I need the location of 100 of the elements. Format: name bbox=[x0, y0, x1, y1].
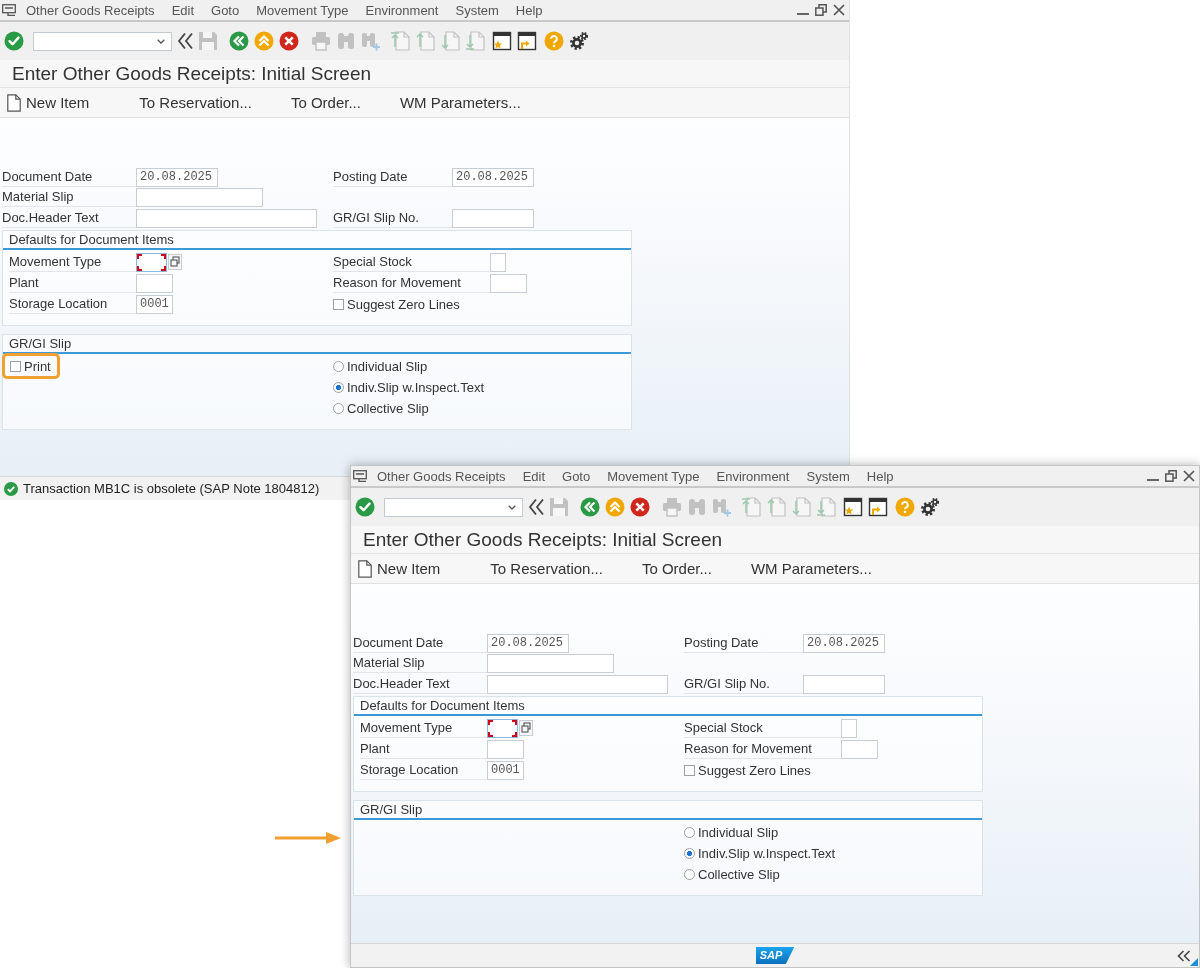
back-icon[interactable] bbox=[580, 497, 600, 517]
menu-item[interactable]: System bbox=[806, 468, 850, 484]
input-field[interactable] bbox=[487, 739, 524, 759]
caret-icon[interactable] bbox=[508, 504, 516, 510]
new-window-icon[interactable] bbox=[843, 497, 863, 517]
input-field[interactable] bbox=[136, 252, 167, 272]
exit-icon[interactable] bbox=[254, 31, 274, 51]
double-chevron-icon[interactable] bbox=[177, 31, 193, 51]
radio-label: Collective Slip bbox=[347, 400, 429, 416]
enter-icon[interactable] bbox=[355, 497, 375, 517]
input-field[interactable] bbox=[487, 718, 518, 738]
checkbox-label: Suggest Zero Lines bbox=[698, 762, 811, 778]
double-chevron-icon[interactable] bbox=[1177, 949, 1191, 962]
menu-item[interactable]: Movement Type bbox=[256, 2, 349, 18]
document-icon bbox=[7, 93, 21, 112]
group-title: Defaults for Document Items bbox=[9, 231, 174, 247]
enter-icon[interactable] bbox=[4, 31, 24, 51]
checkbox[interactable] bbox=[10, 360, 21, 372]
annotation-arrow bbox=[275, 831, 341, 845]
menu-item[interactable]: Edit bbox=[171, 2, 195, 18]
close-icon[interactable] bbox=[833, 4, 845, 16]
menu-item[interactable]: Movement Type bbox=[607, 468, 700, 484]
menu-item[interactable]: Edit bbox=[522, 468, 546, 484]
radio-button[interactable] bbox=[333, 360, 344, 372]
input-field[interactable]: 20.08.2025 bbox=[136, 167, 218, 187]
radio-button[interactable] bbox=[684, 868, 695, 880]
input-field[interactable]: 0001 bbox=[136, 294, 173, 314]
gear-icon[interactable] bbox=[920, 497, 940, 517]
input-field[interactable] bbox=[136, 188, 263, 208]
close-icon[interactable] bbox=[1183, 470, 1195, 482]
screen-title: Enter Other Goods Receipts: Initial Screen bbox=[12, 62, 372, 85]
value-help-icon[interactable] bbox=[519, 720, 533, 736]
radio-label: Individual Slip bbox=[347, 358, 428, 374]
toolbar-button[interactable]: To Order... bbox=[290, 94, 361, 111]
menu-item[interactable]: Goto bbox=[211, 2, 240, 18]
checkbox[interactable] bbox=[333, 298, 344, 310]
resize-grip-icon[interactable] bbox=[1190, 958, 1198, 966]
menu-item[interactable]: Other Goods Receipts bbox=[377, 468, 506, 484]
menu-item[interactable]: System bbox=[455, 2, 499, 18]
back-icon[interactable] bbox=[229, 31, 249, 51]
input-field[interactable]: 20.08.2025 bbox=[452, 167, 534, 187]
cancel-icon[interactable] bbox=[630, 497, 650, 517]
restore-icon[interactable] bbox=[1165, 470, 1177, 482]
toolbar-button[interactable]: WM Parameters... bbox=[750, 560, 872, 577]
input-field[interactable]: 20.08.2025 bbox=[803, 633, 885, 653]
logo: SAP bbox=[755, 947, 795, 964]
menu-icon[interactable] bbox=[2, 4, 16, 16]
toolbar-button[interactable]: WM Parameters... bbox=[399, 94, 521, 111]
restore-icon[interactable] bbox=[815, 4, 827, 16]
group-title: GR/GI Slip bbox=[360, 801, 423, 817]
checkbox-label: Print bbox=[24, 358, 51, 374]
input-field[interactable] bbox=[487, 674, 668, 694]
toolbar-button[interactable]: To Reservation... bbox=[490, 560, 603, 577]
group-title: Defaults for Document Items bbox=[360, 697, 525, 713]
radio-button[interactable] bbox=[333, 381, 344, 393]
group-title: GR/GI Slip bbox=[9, 335, 72, 351]
input-field[interactable] bbox=[841, 718, 857, 738]
help-icon[interactable] bbox=[895, 497, 915, 517]
caret-icon[interactable] bbox=[157, 38, 165, 44]
command-field[interactable] bbox=[33, 31, 172, 51]
exit-icon[interactable] bbox=[605, 497, 625, 517]
gear-icon[interactable] bbox=[569, 31, 589, 51]
success-icon bbox=[4, 481, 18, 496]
input-field[interactable]: 20.08.2025 bbox=[487, 633, 569, 653]
menu-item[interactable]: Goto bbox=[562, 468, 591, 484]
menu-item[interactable]: Environment bbox=[716, 468, 790, 484]
checkbox[interactable] bbox=[684, 764, 695, 776]
command-field[interactable] bbox=[384, 497, 523, 517]
toolbar-button[interactable]: New Item bbox=[7, 93, 90, 112]
radio-button[interactable] bbox=[333, 402, 344, 414]
input-field[interactable] bbox=[136, 273, 173, 293]
radio-button[interactable] bbox=[684, 847, 695, 859]
input-field[interactable] bbox=[452, 208, 534, 228]
radio-label: Individual Slip bbox=[698, 824, 779, 840]
value-help-icon[interactable] bbox=[168, 254, 182, 270]
checkbox-label: Suggest Zero Lines bbox=[347, 296, 460, 312]
input-field[interactable] bbox=[841, 739, 878, 759]
shortcut-icon[interactable] bbox=[868, 497, 888, 517]
toolbar-button[interactable]: To Order... bbox=[641, 560, 712, 577]
menu-item[interactable]: Help bbox=[866, 468, 894, 484]
radio-button[interactable] bbox=[684, 826, 695, 838]
input-field[interactable]: 0001 bbox=[487, 760, 524, 780]
cancel-icon[interactable] bbox=[279, 31, 299, 51]
menu-item[interactable]: Other Goods Receipts bbox=[26, 2, 155, 18]
input-field[interactable] bbox=[490, 252, 506, 272]
radio-label: Indiv.Slip w.Inspect.Text bbox=[698, 845, 836, 861]
input-field[interactable] bbox=[487, 654, 614, 674]
shortcut-icon[interactable] bbox=[517, 31, 537, 51]
menu-icon[interactable] bbox=[353, 470, 367, 482]
double-chevron-icon[interactable] bbox=[528, 497, 544, 517]
toolbar-button[interactable]: To Reservation... bbox=[139, 94, 252, 111]
input-field[interactable] bbox=[490, 273, 527, 293]
input-field[interactable] bbox=[136, 208, 317, 228]
radio-label: Collective Slip bbox=[698, 866, 780, 882]
menu-item[interactable]: Help bbox=[515, 2, 543, 18]
new-window-icon[interactable] bbox=[492, 31, 512, 51]
input-field[interactable] bbox=[803, 674, 885, 694]
help-icon[interactable] bbox=[544, 31, 564, 51]
toolbar-button[interactable]: New Item bbox=[358, 559, 441, 578]
menu-item[interactable]: Environment bbox=[365, 2, 439, 18]
